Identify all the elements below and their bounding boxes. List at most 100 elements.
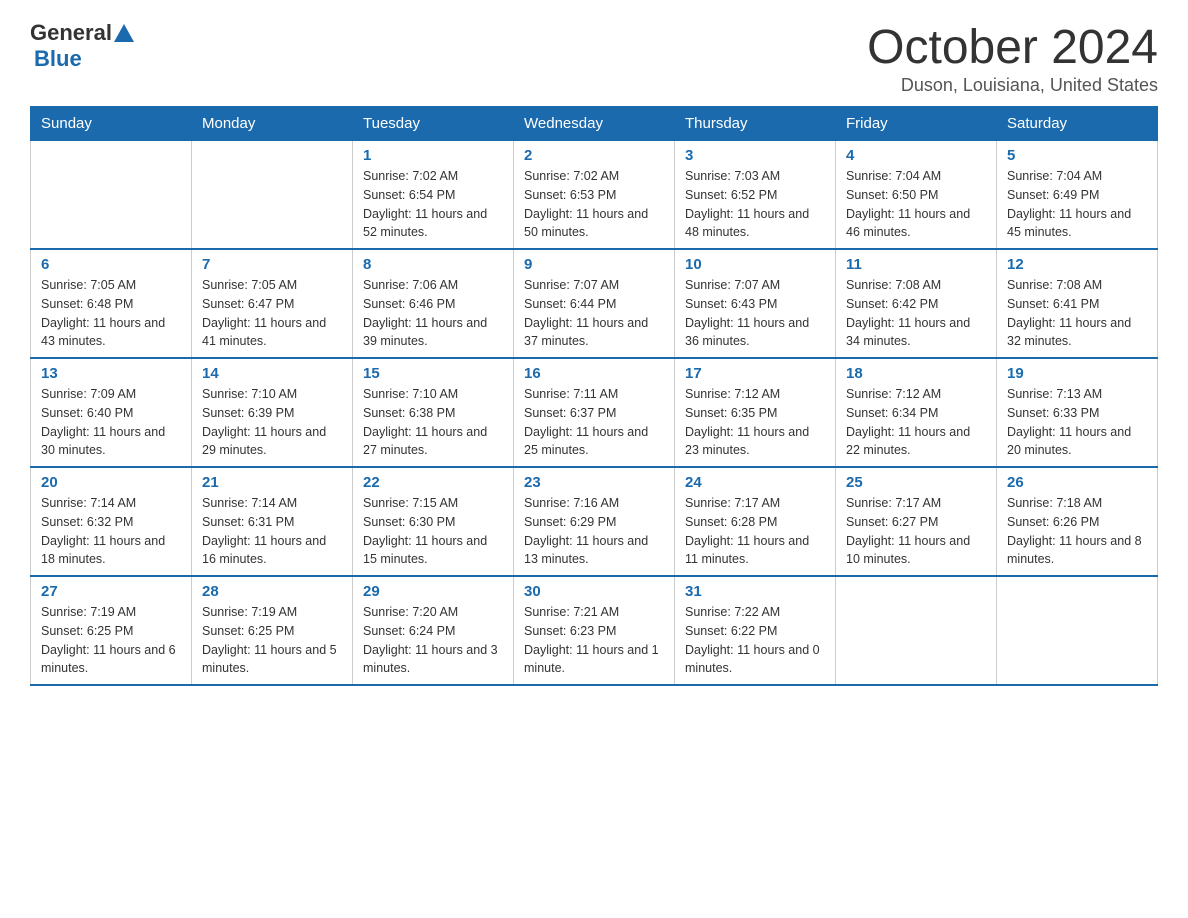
day-number: 21 <box>202 474 342 491</box>
day-number: 20 <box>41 474 181 491</box>
day-info: Sunrise: 7:04 AM Sunset: 6:49 PM Dayligh… <box>1007 167 1147 242</box>
calendar-cell: 22 Sunrise: 7:15 AM Sunset: 6:30 PM Dayli… <box>353 467 514 576</box>
day-number: 26 <box>1007 474 1147 491</box>
calendar-cell: 14 Sunrise: 7:10 AM Sunset: 6:39 PM Dayli… <box>192 358 353 467</box>
day-number: 15 <box>363 365 503 382</box>
day-info: Sunrise: 7:02 AM Sunset: 6:54 PM Dayligh… <box>363 167 503 242</box>
day-number: 27 <box>41 583 181 600</box>
calendar-week-4: 20Sunrise: 7:14 AM Sunset: 6:32 PM Dayli… <box>31 467 1158 576</box>
day-number: 18 <box>846 365 986 382</box>
calendar-cell: 5 Sunrise: 7:04 AM Sunset: 6:49 PM Daylig… <box>997 141 1158 250</box>
calendar-cell: 15 Sunrise: 7:10 AM Sunset: 6:38 PM Dayli… <box>353 358 514 467</box>
day-info: Sunrise: 7:20 AM Sunset: 6:24 PM Dayligh… <box>363 603 503 678</box>
calendar-cell <box>836 576 997 685</box>
day-number: 10 <box>685 256 825 273</box>
logo-blue: Blue <box>34 46 82 72</box>
calendar-cell <box>192 141 353 250</box>
calendar-cell: 11 Sunrise: 7:08 AM Sunset: 6:42 PM Dayli… <box>836 249 997 358</box>
day-info: Sunrise: 7:08 AM Sunset: 6:42 PM Dayligh… <box>846 276 986 351</box>
day-number: 16 <box>524 365 664 382</box>
calendar-cell: 30 Sunrise: 7:21 AM Sunset: 6:23 PM Dayli… <box>514 576 675 685</box>
day-number: 31 <box>685 583 825 600</box>
weekday-header-wednesday: Wednesday <box>514 107 675 141</box>
location: Duson, Louisiana, United States <box>867 75 1158 96</box>
day-number: 29 <box>363 583 503 600</box>
calendar-cell: 17Sunrise: 7:12 AM Sunset: 6:35 PM Dayli… <box>675 358 836 467</box>
calendar-cell: 28 Sunrise: 7:19 AM Sunset: 6:25 PM Dayli… <box>192 576 353 685</box>
day-info: Sunrise: 7:07 AM Sunset: 6:43 PM Dayligh… <box>685 276 825 351</box>
calendar-cell: 29 Sunrise: 7:20 AM Sunset: 6:24 PM Dayli… <box>353 576 514 685</box>
logo: General Blue <box>30 20 134 72</box>
day-info: Sunrise: 7:08 AM Sunset: 6:41 PM Dayligh… <box>1007 276 1147 351</box>
day-number: 5 <box>1007 147 1147 164</box>
calendar-cell: 23Sunrise: 7:16 AM Sunset: 6:29 PM Dayli… <box>514 467 675 576</box>
calendar-cell: 4 Sunrise: 7:04 AM Sunset: 6:50 PM Daylig… <box>836 141 997 250</box>
calendar-cell: 25 Sunrise: 7:17 AM Sunset: 6:27 PM Dayli… <box>836 467 997 576</box>
calendar-cell: 16 Sunrise: 7:11 AM Sunset: 6:37 PM Dayli… <box>514 358 675 467</box>
calendar-cell: 21 Sunrise: 7:14 AM Sunset: 6:31 PM Dayli… <box>192 467 353 576</box>
day-number: 28 <box>202 583 342 600</box>
day-number: 7 <box>202 256 342 273</box>
day-info: Sunrise: 7:02 AM Sunset: 6:53 PM Dayligh… <box>524 167 664 242</box>
day-info: Sunrise: 7:10 AM Sunset: 6:38 PM Dayligh… <box>363 385 503 460</box>
day-info: Sunrise: 7:21 AM Sunset: 6:23 PM Dayligh… <box>524 603 664 678</box>
logo-triangle-icon <box>114 24 134 42</box>
calendar-cell: 31 Sunrise: 7:22 AM Sunset: 6:22 PM Dayli… <box>675 576 836 685</box>
day-info: Sunrise: 7:18 AM Sunset: 6:26 PM Dayligh… <box>1007 494 1147 569</box>
day-number: 3 <box>685 147 825 164</box>
calendar-cell <box>31 141 192 250</box>
day-info: Sunrise: 7:09 AM Sunset: 6:40 PM Dayligh… <box>41 385 181 460</box>
day-number: 23 <box>524 474 664 491</box>
day-number: 1 <box>363 147 503 164</box>
day-number: 8 <box>363 256 503 273</box>
day-number: 11 <box>846 256 986 273</box>
day-info: Sunrise: 7:10 AM Sunset: 6:39 PM Dayligh… <box>202 385 342 460</box>
title-section: October 2024 Duson, Louisiana, United St… <box>867 20 1158 96</box>
calendar-cell: 8Sunrise: 7:06 AM Sunset: 6:46 PM Daylig… <box>353 249 514 358</box>
day-info: Sunrise: 7:12 AM Sunset: 6:35 PM Dayligh… <box>685 385 825 460</box>
calendar-week-2: 6Sunrise: 7:05 AM Sunset: 6:48 PM Daylig… <box>31 249 1158 358</box>
day-info: Sunrise: 7:17 AM Sunset: 6:28 PM Dayligh… <box>685 494 825 569</box>
calendar-cell: 24 Sunrise: 7:17 AM Sunset: 6:28 PM Dayli… <box>675 467 836 576</box>
day-info: Sunrise: 7:12 AM Sunset: 6:34 PM Dayligh… <box>846 385 986 460</box>
weekday-header-monday: Monday <box>192 107 353 141</box>
day-info: Sunrise: 7:19 AM Sunset: 6:25 PM Dayligh… <box>202 603 342 678</box>
calendar-cell: 13Sunrise: 7:09 AM Sunset: 6:40 PM Dayli… <box>31 358 192 467</box>
day-number: 6 <box>41 256 181 273</box>
calendar-cell: 7 Sunrise: 7:05 AM Sunset: 6:47 PM Daylig… <box>192 249 353 358</box>
weekday-header-friday: Friday <box>836 107 997 141</box>
weekday-header-saturday: Saturday <box>997 107 1158 141</box>
calendar-cell: 20Sunrise: 7:14 AM Sunset: 6:32 PM Dayli… <box>31 467 192 576</box>
day-info: Sunrise: 7:05 AM Sunset: 6:47 PM Dayligh… <box>202 276 342 351</box>
month-title: October 2024 <box>867 20 1158 75</box>
day-info: Sunrise: 7:11 AM Sunset: 6:37 PM Dayligh… <box>524 385 664 460</box>
day-number: 9 <box>524 256 664 273</box>
calendar-cell: 19Sunrise: 7:13 AM Sunset: 6:33 PM Dayli… <box>997 358 1158 467</box>
calendar-cell: 9 Sunrise: 7:07 AM Sunset: 6:44 PM Daylig… <box>514 249 675 358</box>
day-info: Sunrise: 7:04 AM Sunset: 6:50 PM Dayligh… <box>846 167 986 242</box>
calendar-cell: 18 Sunrise: 7:12 AM Sunset: 6:34 PM Dayli… <box>836 358 997 467</box>
day-number: 25 <box>846 474 986 491</box>
day-number: 30 <box>524 583 664 600</box>
day-number: 4 <box>846 147 986 164</box>
day-info: Sunrise: 7:17 AM Sunset: 6:27 PM Dayligh… <box>846 494 986 569</box>
day-number: 14 <box>202 365 342 382</box>
calendar-week-1: 1 Sunrise: 7:02 AM Sunset: 6:54 PM Daylig… <box>31 141 1158 250</box>
day-info: Sunrise: 7:19 AM Sunset: 6:25 PM Dayligh… <box>41 603 181 678</box>
day-number: 22 <box>363 474 503 491</box>
calendar-cell: 3Sunrise: 7:03 AM Sunset: 6:52 PM Daylig… <box>675 141 836 250</box>
day-info: Sunrise: 7:07 AM Sunset: 6:44 PM Dayligh… <box>524 276 664 351</box>
calendar-cell: 27 Sunrise: 7:19 AM Sunset: 6:25 PM Dayli… <box>31 576 192 685</box>
weekday-header-sunday: Sunday <box>31 107 192 141</box>
day-info: Sunrise: 7:14 AM Sunset: 6:31 PM Dayligh… <box>202 494 342 569</box>
day-info: Sunrise: 7:22 AM Sunset: 6:22 PM Dayligh… <box>685 603 825 678</box>
calendar-cell: 26 Sunrise: 7:18 AM Sunset: 6:26 PM Dayli… <box>997 467 1158 576</box>
calendar-cell: 12Sunrise: 7:08 AM Sunset: 6:41 PM Dayli… <box>997 249 1158 358</box>
day-info: Sunrise: 7:15 AM Sunset: 6:30 PM Dayligh… <box>363 494 503 569</box>
calendar-cell: 1 Sunrise: 7:02 AM Sunset: 6:54 PM Daylig… <box>353 141 514 250</box>
calendar-cell <box>997 576 1158 685</box>
day-number: 24 <box>685 474 825 491</box>
weekday-header-thursday: Thursday <box>675 107 836 141</box>
calendar-cell: 2Sunrise: 7:02 AM Sunset: 6:53 PM Daylig… <box>514 141 675 250</box>
calendar-week-3: 13Sunrise: 7:09 AM Sunset: 6:40 PM Dayli… <box>31 358 1158 467</box>
